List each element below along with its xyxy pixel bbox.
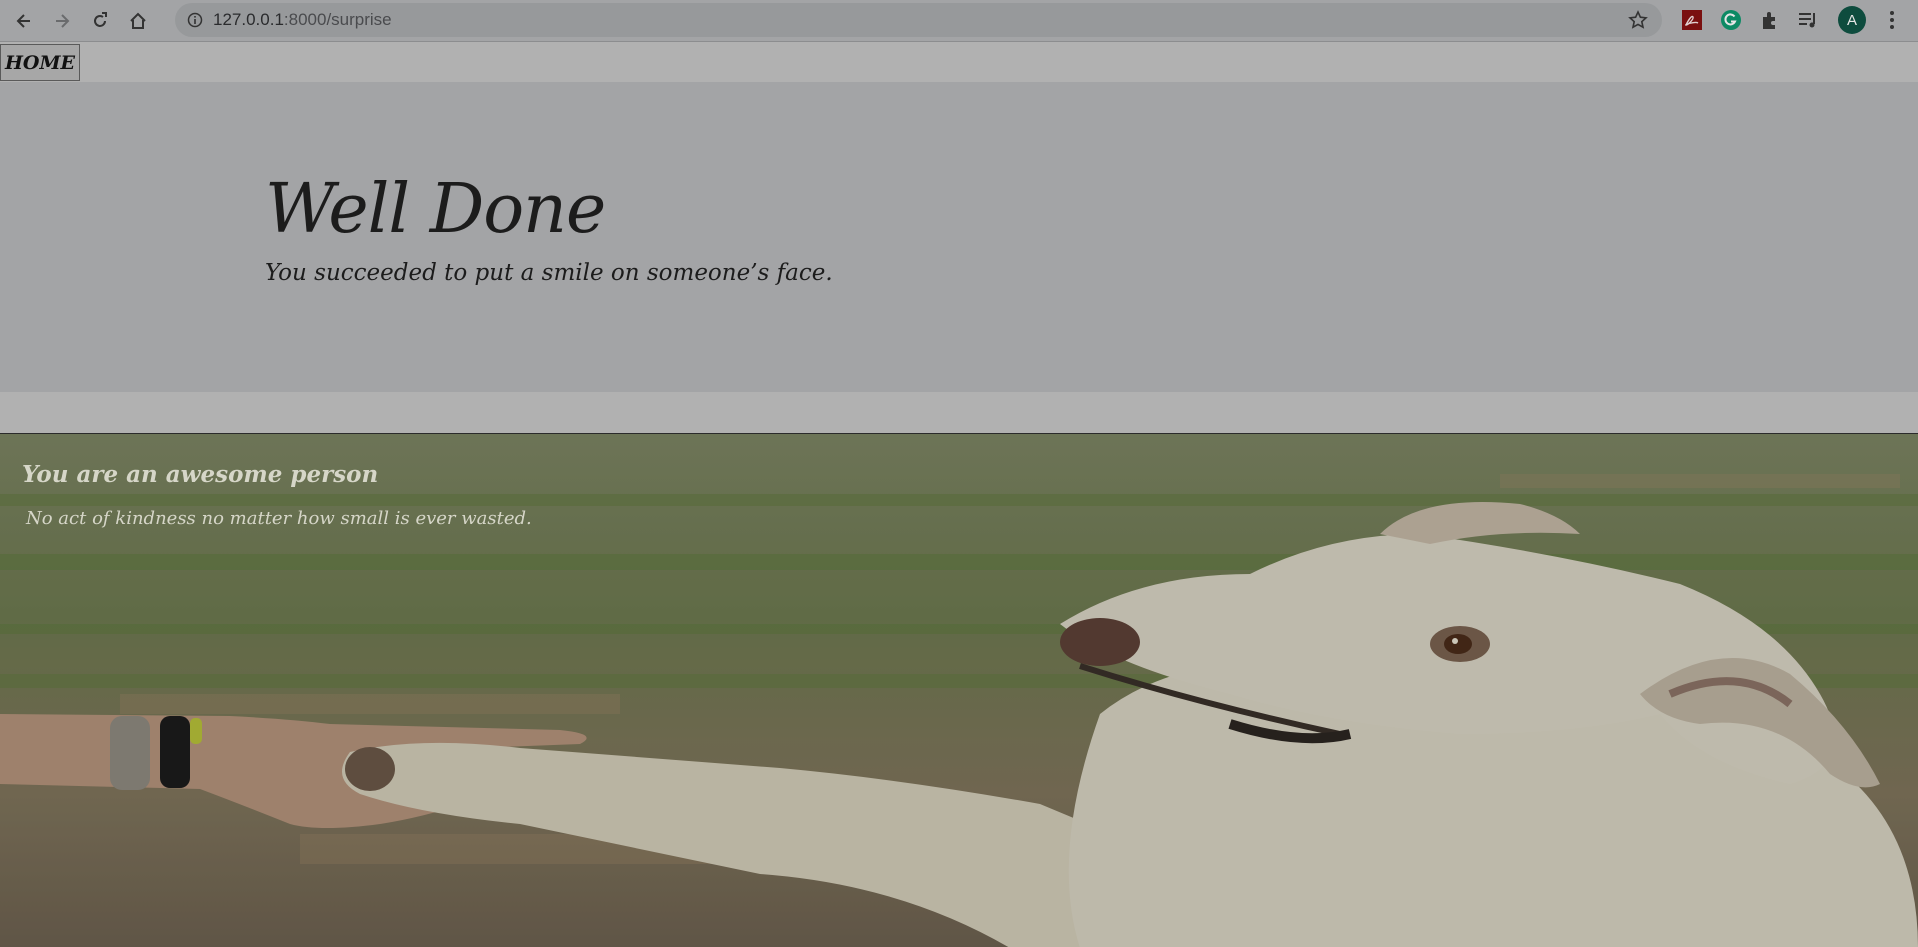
hero-banner: Well Done You succeeded to put a smile o… xyxy=(0,82,1918,392)
media-queue-button[interactable] xyxy=(1796,8,1820,32)
hero-subtitle: You succeeded to put a smile on someone’… xyxy=(265,260,833,286)
pdf-extension-button[interactable] xyxy=(1680,8,1704,32)
browser-toolbar: 127.0.0.1:8000/surprise A xyxy=(0,0,1918,42)
url-path: :8000/surprise xyxy=(283,10,392,29)
card-title: You are an awesome person xyxy=(22,461,379,488)
hero-title: Well Done xyxy=(265,170,606,249)
forward-icon xyxy=(56,13,70,28)
url-text[interactable]: 127.0.0.1:8000/surprise xyxy=(213,10,392,30)
grammarly-extension-icon xyxy=(1721,10,1741,30)
extensions-button[interactable] xyxy=(1758,8,1782,32)
card-text: No act of kindness no matter how small i… xyxy=(26,508,532,529)
grammarly-extension-button[interactable] xyxy=(1719,8,1743,32)
profile-avatar[interactable]: A xyxy=(1838,6,1866,34)
reload-icon xyxy=(94,11,107,27)
extensions-puzzle-icon xyxy=(1763,12,1775,29)
home-nav-button[interactable] xyxy=(124,7,152,35)
back-icon xyxy=(16,13,30,28)
home-button[interactable]: HOME xyxy=(0,44,80,81)
star-icon[interactable] xyxy=(1628,10,1648,30)
back-button[interactable] xyxy=(10,7,38,35)
home-icon xyxy=(130,12,146,29)
dog-paw-photo-card: You are an awesome person No act of kind… xyxy=(0,433,1918,947)
forward-button[interactable] xyxy=(48,7,76,35)
url-host: 127.0.0.1 xyxy=(213,10,284,29)
address-bar[interactable]: 127.0.0.1:8000/surprise xyxy=(175,3,1662,37)
media-queue-icon xyxy=(1799,13,1815,28)
reload-button[interactable] xyxy=(86,7,114,35)
info-icon[interactable] xyxy=(187,12,203,28)
kebab-menu-icon xyxy=(1890,11,1894,29)
pdf-extension-icon xyxy=(1682,10,1702,30)
browser-menu-button[interactable] xyxy=(1880,8,1904,32)
